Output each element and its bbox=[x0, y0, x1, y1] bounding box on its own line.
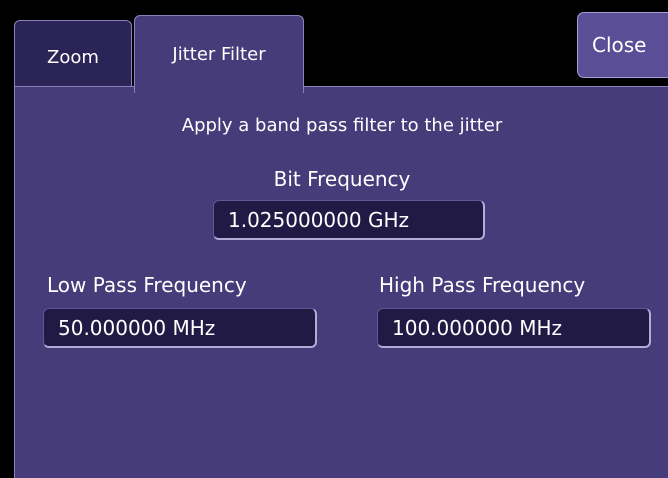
high-pass-frequency-label: High Pass Frequency bbox=[379, 273, 586, 297]
low-pass-frequency-field[interactable]: 50.000000 MHz bbox=[43, 308, 317, 348]
tab-zoom-label: Zoom bbox=[47, 47, 99, 68]
low-pass-frequency-value: 50.000000 MHz bbox=[58, 315, 216, 340]
low-pass-frequency-label: Low Pass Frequency bbox=[47, 273, 247, 297]
high-pass-frequency-field[interactable]: 100.000000 MHz bbox=[377, 308, 651, 348]
bit-frequency-label: Bit Frequency bbox=[273, 167, 411, 191]
close-button-label: Close bbox=[592, 33, 647, 57]
close-button[interactable]: Close bbox=[577, 12, 668, 78]
tab-jitter-filter[interactable]: Jitter Filter bbox=[134, 15, 304, 93]
high-pass-frequency-value: 100.000000 MHz bbox=[392, 315, 563, 340]
bit-frequency-value: 1.025000000 GHz bbox=[228, 207, 409, 232]
tab-zoom[interactable]: Zoom bbox=[14, 20, 132, 88]
bit-frequency-field[interactable]: 1.025000000 GHz bbox=[213, 200, 485, 240]
tab-jitter-filter-label: Jitter Filter bbox=[172, 44, 266, 65]
jitter-filter-panel: Apply a band pass filter to the jitter B… bbox=[14, 86, 668, 478]
panel-description: Apply a band pass filter to the jitter bbox=[181, 115, 503, 136]
jitter-filter-dialog: Zoom Jitter Filter Close Apply a band pa… bbox=[0, 0, 668, 478]
